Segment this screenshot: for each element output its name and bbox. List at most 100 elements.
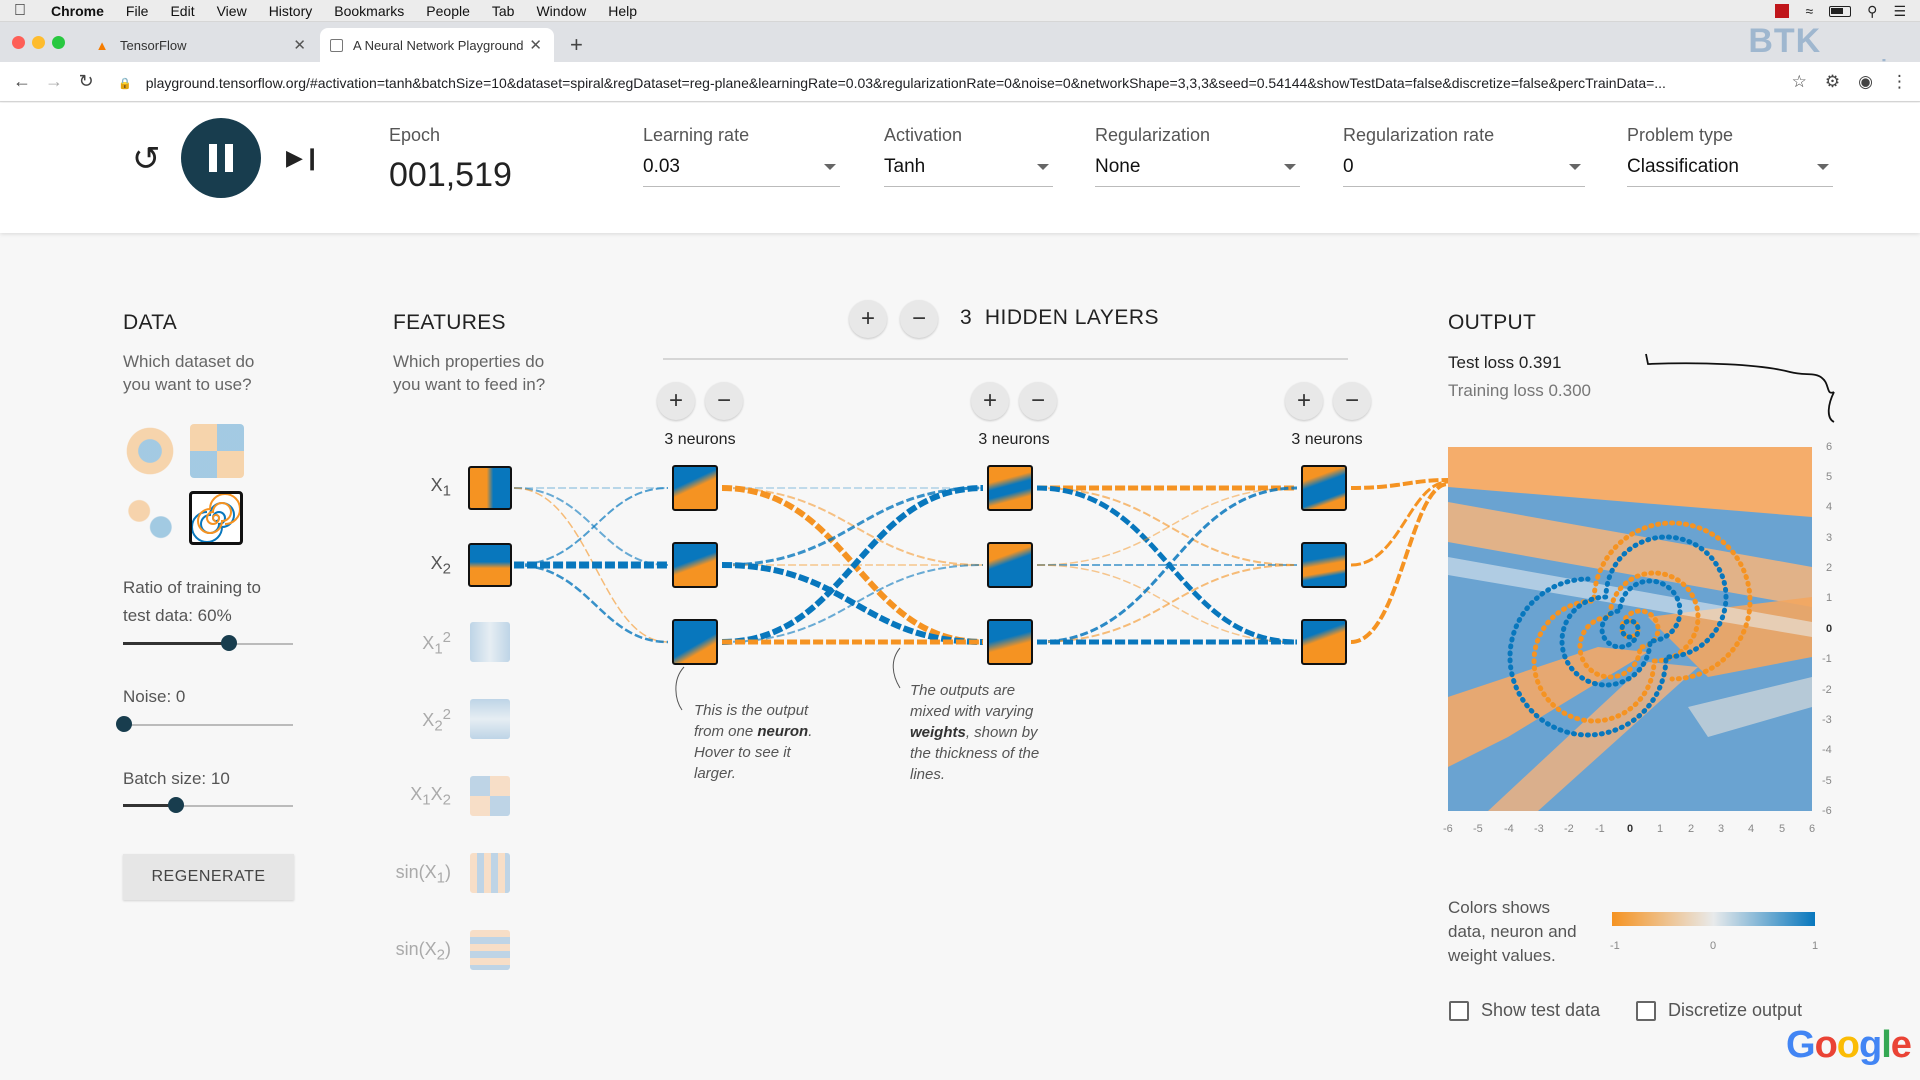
back-arrow-icon[interactable]: ← <box>6 71 38 92</box>
chrome-menu-icon[interactable]: ⋮ <box>1891 72 1908 92</box>
dataset-spiral[interactable] <box>189 491 243 545</box>
feature-sinx2-sub: 2 <box>436 946 445 964</box>
show-test-data-label[interactable]: Show test data <box>1481 1000 1600 1021</box>
activation-select[interactable]: Activation Tanh <box>884 125 1053 187</box>
feature-x1-squared-node[interactable] <box>470 622 510 662</box>
discretize-output-checkbox[interactable] <box>1636 1001 1656 1021</box>
add-layer-button[interactable]: + <box>849 300 887 338</box>
menu-app[interactable]: Chrome <box>40 3 115 19</box>
menu-bookmarks[interactable]: Bookmarks <box>323 3 415 19</box>
neuron-1-1[interactable] <box>672 465 718 511</box>
feature-sin-x1-node[interactable] <box>470 853 510 893</box>
problem-type-select[interactable]: Problem type Classification <box>1627 125 1833 187</box>
new-tab-button[interactable]: + <box>570 32 583 58</box>
menu-help[interactable]: Help <box>597 3 648 19</box>
feature-x2-squared-node[interactable] <box>470 699 510 739</box>
x-tick: -4 <box>1504 823 1514 835</box>
wifi-icon[interactable]: ≈ <box>1805 3 1813 19</box>
profile-avatar-icon[interactable]: ◉ <box>1858 72 1873 92</box>
window-minimize-button[interactable] <box>32 36 45 49</box>
step-forward-icon[interactable]: ▶❙ <box>286 145 321 171</box>
color-legend-bar <box>1612 912 1815 926</box>
window-close-button[interactable] <box>12 36 25 49</box>
neuron-2-3[interactable] <box>987 619 1033 665</box>
menu-people[interactable]: People <box>415 3 481 19</box>
y-tick: -2 <box>1822 684 1832 696</box>
output-heatmap[interactable] <box>1448 447 1812 811</box>
neuron-1-3[interactable] <box>672 619 718 665</box>
menu-history[interactable]: History <box>258 3 324 19</box>
x-tick: 6 <box>1809 823 1816 835</box>
legend-text: Colors shows data, neuron and weight val… <box>1448 896 1577 968</box>
url-field[interactable]: 🔒 playground.tensorflow.org/#activation=… <box>118 72 1770 94</box>
feature-sin-x2-node[interactable] <box>470 930 510 970</box>
apple-icon[interactable]:  <box>0 2 40 20</box>
noise-slider-thumb[interactable] <box>116 716 132 732</box>
layer2-add-neuron-button[interactable]: + <box>971 382 1009 420</box>
reload-icon[interactable]: ↻ <box>70 71 102 92</box>
menu-file[interactable]: File <box>115 3 160 19</box>
feature-x2-node[interactable] <box>468 543 512 587</box>
tab-close-icon[interactable]: ✕ <box>293 36 306 54</box>
menu-window[interactable]: Window <box>525 3 597 19</box>
feature-x1-base: X <box>430 475 443 495</box>
pause-button[interactable] <box>181 118 261 198</box>
watermark-line1: BTK <box>1748 22 1822 60</box>
tab-tensorflow[interactable]: ▲ TensorFlow ✕ <box>84 28 318 62</box>
dataset-xor[interactable] <box>190 424 244 478</box>
layer2-remove-neuron-button[interactable]: − <box>1019 382 1057 420</box>
reset-icon[interactable]: ↺ <box>132 139 161 179</box>
dataset-gaussian[interactable] <box>123 492 177 546</box>
layer3-add-neuron-button[interactable]: + <box>1285 382 1323 420</box>
dataset-circle[interactable] <box>123 424 177 478</box>
batch-size-slider-thumb[interactable] <box>168 797 184 813</box>
neuron-2-1[interactable] <box>987 465 1033 511</box>
learning-rate-select[interactable]: Learning rate 0.03 <box>643 125 840 187</box>
layer3-remove-neuron-button[interactable]: − <box>1333 382 1371 420</box>
neuron-2-2[interactable] <box>987 542 1033 588</box>
extensions-puzzle-icon[interactable]: ⚙ <box>1825 72 1840 92</box>
problem-type-label: Problem type <box>1627 125 1734 145</box>
noise-slider[interactable] <box>123 724 293 726</box>
neuron-1-2[interactable] <box>672 542 718 588</box>
feature-label-x2-squared: X22 <box>391 706 451 735</box>
menu-tab[interactable]: Tab <box>481 3 526 19</box>
feature-x1x2-node[interactable] <box>470 776 510 816</box>
neuron-3-2[interactable] <box>1301 542 1347 588</box>
discretize-output-label[interactable]: Discretize output <box>1668 1000 1802 1021</box>
remove-layer-button[interactable]: − <box>900 300 938 338</box>
y-tick: 5 <box>1826 471 1833 483</box>
window-zoom-button[interactable] <box>52 36 65 49</box>
recording-icon[interactable] <box>1775 4 1790 18</box>
feature-x2sq-base: X <box>422 710 435 730</box>
x-tick: 0 <box>1627 823 1634 835</box>
data-title: DATA <box>123 311 178 334</box>
menu-view[interactable]: View <box>206 3 258 19</box>
battery-icon[interactable] <box>1829 5 1852 17</box>
neuron-3-3[interactable] <box>1301 619 1347 665</box>
lock-icon[interactable]: 🔒 <box>118 77 132 90</box>
feature-label-sin-x2: sin(X2) <box>371 939 451 964</box>
regularization-select[interactable]: Regularization None <box>1095 125 1300 187</box>
tab-playground[interactable]: A Neural Network Playground ✕ <box>320 28 554 62</box>
layer1-remove-neuron-button[interactable]: − <box>705 382 743 420</box>
neuron-3-1[interactable] <box>1301 465 1347 511</box>
forward-arrow-icon[interactable]: → <box>38 71 70 92</box>
menu-edit[interactable]: Edit <box>159 3 205 19</box>
dropdown-caret-icon <box>1569 164 1581 170</box>
legend-text-line2: data, neuron and <box>1448 922 1577 941</box>
feature-x1-node[interactable] <box>468 466 512 510</box>
regularization-rate-label: Regularization rate <box>1343 125 1495 145</box>
x-tick: 2 <box>1688 823 1695 835</box>
tab-close-icon[interactable]: ✕ <box>529 36 542 54</box>
pause-icon <box>209 144 217 172</box>
regenerate-button[interactable]: REGENERATE <box>123 854 294 900</box>
show-test-data-checkbox[interactable] <box>1449 1001 1469 1021</box>
notification-center-icon[interactable]: ☰ <box>1893 3 1906 20</box>
dropdown-caret-icon <box>1817 164 1829 170</box>
ratio-slider-thumb[interactable] <box>221 635 237 651</box>
spotlight-search-icon[interactable]: ⚲ <box>1867 3 1877 20</box>
regularization-rate-select[interactable]: Regularization rate 0 <box>1343 125 1585 187</box>
layer1-add-neuron-button[interactable]: + <box>657 382 695 420</box>
bookmark-star-icon[interactable]: ☆ <box>1792 72 1807 92</box>
